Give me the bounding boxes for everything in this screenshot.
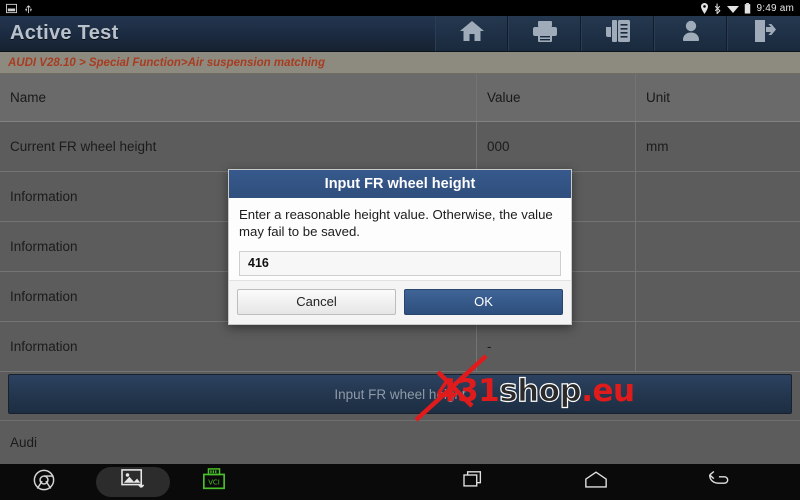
print-icon — [532, 19, 558, 48]
cell-unit — [636, 272, 800, 321]
cell-name: Information — [0, 322, 477, 371]
nav-right-group — [452, 464, 800, 500]
location-icon — [700, 2, 709, 14]
input-dialog: Input FR wheel height Enter a reasonable… — [228, 169, 572, 325]
dialog-title: Input FR wheel height — [229, 170, 571, 198]
exit-icon — [752, 19, 776, 48]
breadcrumb: AUDI V28.10 > Special Function>Air suspe… — [0, 52, 800, 74]
column-header-name: Name — [0, 74, 477, 121]
chrome-icon — [33, 469, 55, 496]
home-icon — [459, 19, 485, 48]
nav-left-group: VCI — [0, 467, 236, 497]
vci-button[interactable]: VCI — [192, 467, 236, 497]
status-bar-clock: 9:49 am — [756, 2, 794, 14]
tablet-screen: 9:49 am Active Test AUDI V28.10 > Specia… — [0, 0, 800, 500]
input-fr-wheel-height-button[interactable]: Input FR wheel height — [8, 374, 792, 414]
table-row[interactable]: Information - — [0, 322, 800, 372]
user-icon — [681, 19, 701, 48]
status-bar-right: 9:49 am — [700, 2, 794, 15]
recents-icon — [463, 470, 485, 495]
user-button[interactable] — [654, 16, 727, 51]
vehicle-label-row: Audi — [0, 420, 800, 464]
chrome-button[interactable] — [22, 467, 66, 497]
cell-unit — [636, 172, 800, 221]
cell-value: - — [477, 322, 636, 371]
status-bar-left — [6, 3, 34, 14]
recents-button[interactable] — [452, 467, 496, 497]
back-icon — [706, 470, 730, 495]
report-button[interactable] — [581, 16, 654, 51]
exit-button[interactable] — [727, 16, 800, 51]
wifi-icon — [727, 3, 740, 14]
android-navigation-bar: VCI — [0, 464, 800, 500]
input-fr-wheel-height-button-label: Input FR wheel height — [334, 386, 466, 402]
cell-unit — [636, 222, 800, 271]
table-row[interactable]: Current FR wheel height 000 mm — [0, 122, 800, 172]
ok-button[interactable]: OK — [404, 288, 563, 315]
breadcrumb-text: AUDI V28.10 > Special Function>Air suspe… — [8, 56, 325, 69]
cell-unit — [636, 322, 800, 371]
table-header-row: Name Value Unit — [0, 74, 800, 122]
cell-name: Current FR wheel height — [0, 122, 477, 171]
vci-icon: VCI — [201, 467, 227, 497]
cell-value: 000 — [477, 122, 636, 171]
report-icon — [604, 19, 632, 48]
screenshot-icon — [121, 468, 145, 496]
screenshot-icon — [6, 3, 17, 14]
app-header: Active Test — [0, 16, 800, 52]
home-icon — [584, 470, 608, 495]
dialog-message: Enter a reasonable height value. Otherwi… — [239, 207, 553, 239]
cancel-button[interactable]: Cancel — [237, 288, 396, 315]
usb-icon — [23, 3, 34, 14]
battery-icon — [744, 2, 751, 14]
column-header-unit: Unit — [646, 90, 671, 105]
cell-unit: mm — [646, 139, 669, 154]
column-header-value: Value — [477, 74, 636, 121]
header-toolbar — [435, 16, 800, 51]
home-button[interactable] — [435, 16, 508, 51]
screenshot-button[interactable] — [96, 467, 170, 497]
svg-text:VCI: VCI — [208, 478, 220, 486]
dialog-body: Enter a reasonable height value. Otherwi… — [229, 198, 571, 280]
back-button[interactable] — [696, 467, 740, 497]
vehicle-label: Audi — [10, 435, 38, 450]
page-title: Active Test — [10, 22, 119, 44]
print-button[interactable] — [508, 16, 581, 51]
home-button[interactable] — [574, 467, 618, 497]
status-bar: 9:49 am — [0, 0, 800, 16]
bluetooth-icon — [714, 2, 722, 15]
dialog-actions: Cancel OK — [229, 279, 571, 324]
height-value-input[interactable] — [239, 250, 561, 276]
